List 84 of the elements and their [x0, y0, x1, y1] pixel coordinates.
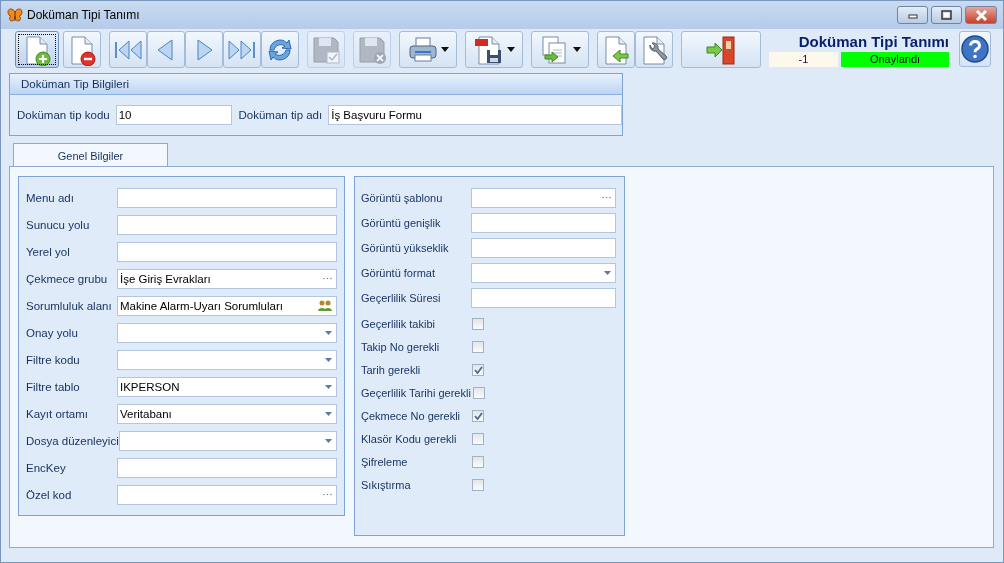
input-field[interactable]	[117, 457, 337, 478]
close-icon	[973, 8, 989, 22]
checkbox[interactable]	[472, 432, 484, 445]
input-field[interactable]: 10	[115, 105, 233, 125]
close-button[interactable]	[965, 6, 997, 24]
dropdown-field[interactable]	[471, 262, 616, 283]
minimize-button[interactable]	[897, 6, 928, 24]
ellipsis-icon	[602, 196, 611, 199]
caret-icon	[325, 357, 332, 362]
ellipsis-icon	[323, 277, 332, 280]
field-label: Yerel yol	[26, 245, 70, 258]
toolbar-button[interactable]	[465, 31, 523, 68]
input-field[interactable]: Makine Alarm-Uyarı Sorumluları	[117, 295, 337, 316]
tab[interactable]: Genel Bilgiler	[13, 143, 168, 167]
field-label: Sunucu yolu	[26, 218, 90, 231]
caret-icon	[573, 47, 581, 52]
caret-icon	[325, 384, 332, 389]
input-field[interactable]	[117, 187, 337, 208]
caret-icon	[441, 47, 449, 52]
checkbox-label: Şifreleme	[361, 455, 409, 468]
field-label: Görüntü format	[361, 266, 435, 279]
exit-door-icon	[705, 33, 737, 66]
field-label: Görüntü genişlik	[361, 216, 441, 229]
ellipsis-icon	[323, 493, 332, 496]
checkbox-label: Geçerlilik Tarihi gerekli	[361, 386, 472, 399]
dropdown-field[interactable]	[117, 322, 337, 343]
input-field[interactable]: İşe Giriş Evrakları	[117, 268, 337, 289]
field-label: Çekmece grubu	[26, 272, 108, 285]
input-field[interactable]	[117, 214, 337, 235]
checkbox[interactable]	[472, 409, 484, 422]
input-field[interactable]	[471, 187, 616, 208]
toolbar-button[interactable]	[15, 31, 59, 68]
input-field[interactable]	[117, 484, 337, 505]
field-label: Filtre tablo	[26, 380, 80, 393]
field-label: Onay yolu	[26, 326, 78, 339]
dropdown-field[interactable]: Veritabanı	[117, 403, 337, 424]
checkbox-label: Takip No gerekli	[361, 340, 441, 353]
caret-icon	[325, 438, 332, 443]
dropdown-field[interactable]	[118, 430, 337, 451]
input-field[interactable]	[471, 237, 616, 258]
status-label: Onaylandı	[841, 52, 949, 67]
field-label: Sorumluluk alanı	[26, 299, 112, 312]
caret-icon	[325, 411, 332, 416]
checkbox[interactable]	[472, 363, 484, 376]
field-label: Dosya düzenleyici	[26, 434, 119, 447]
field-label: Doküman tip kodu	[17, 109, 110, 121]
butterfly-icon	[7, 7, 23, 23]
field-label: Doküman tip adı	[238, 109, 323, 121]
group-title: Doküman Tip Bilgileri	[10, 74, 622, 95]
input-field[interactable]	[471, 287, 616, 308]
help-button[interactable]	[959, 31, 991, 67]
form-title: Doküman Tipi Tanımı	[798, 33, 949, 50]
maximize-icon	[939, 8, 954, 22]
field-label: EncKey	[26, 461, 66, 474]
checkbox-label: Çekmece No gerekli	[361, 409, 462, 422]
checkbox[interactable]	[472, 478, 484, 491]
checkbox[interactable]	[472, 340, 484, 353]
dropdown-field[interactable]	[117, 349, 337, 370]
input-field[interactable]	[117, 241, 337, 262]
dropdown-field[interactable]: IKPERSON	[117, 376, 337, 397]
checkbox-label: Tarih gerekli	[361, 363, 422, 376]
caret-icon	[325, 330, 332, 335]
checkbox-label: Klasör Kodu gerekli	[361, 432, 458, 445]
checkbox[interactable]	[472, 317, 484, 330]
field-label: Görüntü şablonu	[361, 191, 443, 204]
caret-icon	[604, 270, 611, 275]
checkbox[interactable]	[472, 386, 485, 399]
checkbox-label: Sıkıştırma	[361, 478, 412, 491]
field-label: Geçerlilik Süresi	[361, 291, 441, 304]
maximize-button[interactable]	[931, 6, 962, 24]
field-label: Görüntü yükseklik	[361, 241, 449, 254]
people-icon	[318, 299, 332, 312]
input-field[interactable]	[471, 212, 616, 233]
record-number: -1	[769, 52, 838, 67]
field-label: Özel kod	[26, 488, 72, 501]
field-label: Menu adı	[26, 191, 74, 204]
field-label: Kayıt ortamı	[26, 407, 88, 420]
checkbox[interactable]	[472, 455, 484, 468]
window-title: Doküman Tipi Tanımı	[27, 8, 141, 22]
field-label: Filtre kodu	[26, 353, 80, 366]
help-icon	[960, 34, 990, 64]
caret-icon	[507, 47, 515, 52]
input-field[interactable]: İş Başvuru Formu	[328, 105, 622, 125]
checkbox-label: Geçerlilik takibi	[361, 317, 436, 330]
